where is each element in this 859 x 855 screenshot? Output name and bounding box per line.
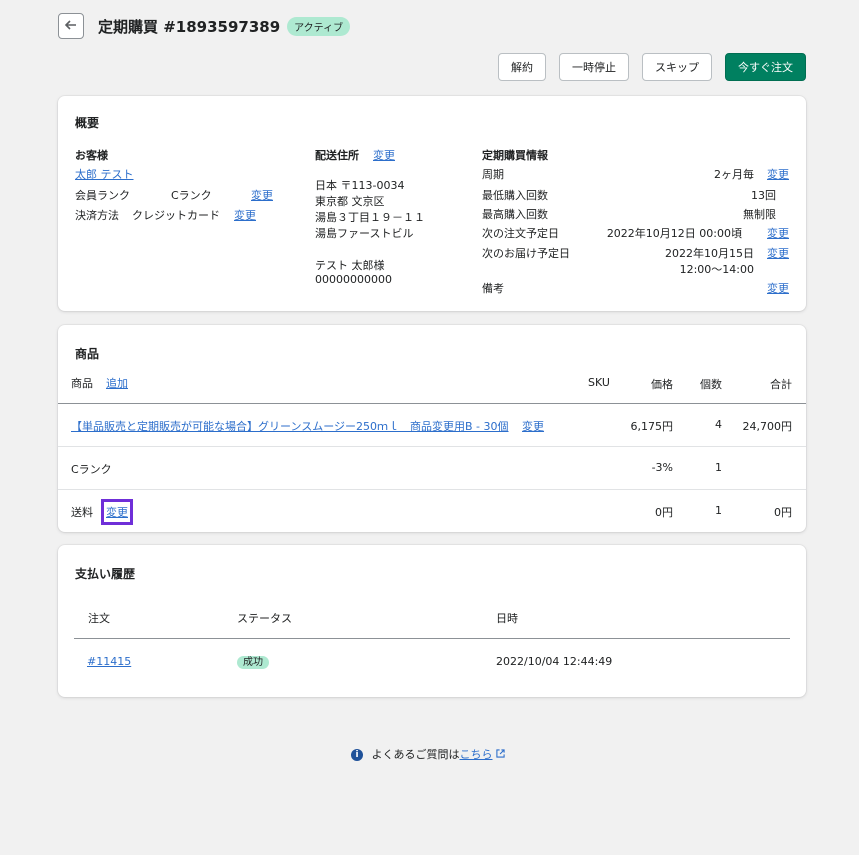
row-divider bbox=[58, 489, 806, 490]
payment-value: クレジットカード bbox=[132, 209, 220, 222]
col-date: 日時 bbox=[496, 612, 518, 625]
overview-card: 概要 お客様 太郎 テスト 会員ランク Cランク 変更 決済方法 クレジットカー… bbox=[58, 96, 806, 311]
recipient-name: テスト 太郎様 bbox=[315, 259, 385, 272]
next-delivery-label: 次のお届け予定日 bbox=[482, 247, 570, 260]
page-title: 定期購買 #1893597389 bbox=[98, 17, 281, 36]
order-now-button[interactable]: 今すぐ注文 bbox=[725, 53, 806, 81]
help-link[interactable]: こちら bbox=[460, 748, 493, 761]
products-card: 商品 商品 追加 SKU 価格 個数 合計 【単品販売と定期販売が可能な場合】グ… bbox=[58, 325, 806, 532]
product-qty: 4 bbox=[715, 418, 722, 431]
subscription-heading: 定期購買情報 bbox=[482, 149, 548, 162]
product-name-link[interactable]: 【単品販売と定期販売が可能な場合】グリーンスムージー250ｍｌ 商品変更用B -… bbox=[71, 420, 509, 433]
recipient-phone: 00000000000 bbox=[315, 273, 392, 286]
rank-discount-qty: 1 bbox=[715, 461, 722, 474]
pause-button[interactable]: 一時停止 bbox=[559, 53, 629, 81]
shipping-fee-qty: 1 bbox=[715, 504, 722, 517]
cycle-change-link[interactable]: 変更 bbox=[767, 166, 789, 182]
col-total: 合計 bbox=[770, 378, 792, 391]
next-delivery-change-link[interactable]: 変更 bbox=[767, 245, 789, 261]
order-link[interactable]: #11415 bbox=[87, 655, 131, 668]
rank-change-link[interactable]: 変更 bbox=[251, 187, 273, 203]
rank-discount-name: Cランク bbox=[71, 463, 112, 476]
min-purchase-label: 最低購入回数 bbox=[482, 189, 548, 202]
max-purchase-value: 無制限 bbox=[743, 208, 776, 221]
table-row: 【単品販売と定期販売が可能な場合】グリーンスムージー250ｍｌ 商品変更用B -… bbox=[71, 418, 544, 434]
col-product: 商品 bbox=[71, 377, 93, 390]
products-title: 商品 bbox=[75, 347, 100, 361]
cancel-subscription-button[interactable]: 解約 bbox=[498, 53, 546, 81]
page-header: 定期購買 #1893597389 アクティブ bbox=[58, 12, 351, 40]
payment-change-link[interactable]: 変更 bbox=[234, 207, 256, 223]
shipping-fee-change-link[interactable]: 変更 bbox=[101, 499, 133, 525]
arrow-left-icon bbox=[64, 18, 78, 35]
col-qty: 個数 bbox=[700, 378, 722, 391]
cycle-value: 2ヶ月毎 bbox=[714, 168, 754, 181]
back-button[interactable] bbox=[58, 13, 84, 39]
rank-label: 会員ランク bbox=[75, 189, 130, 202]
header-divider bbox=[58, 403, 806, 404]
info-icon: i bbox=[351, 749, 363, 761]
next-order-label: 次の注文予定日 bbox=[482, 227, 559, 240]
rank-value: Cランク bbox=[171, 189, 212, 202]
shipping-fee-total: 0円 bbox=[774, 506, 792, 519]
shipping-heading: 配送住所 bbox=[315, 149, 359, 162]
payment-date: 2022/10/04 12:44:49 bbox=[496, 655, 613, 668]
product-price: 6,175円 bbox=[630, 420, 674, 433]
next-delivery-date: 2022年10月15日 bbox=[665, 247, 754, 260]
next-order-value: 2022年10月12日 00:00頃 bbox=[606, 227, 742, 240]
skip-button[interactable]: スキップ bbox=[642, 53, 712, 81]
shipping-fee-price: 0円 bbox=[655, 506, 673, 519]
header-divider bbox=[74, 638, 790, 639]
note-label: 備考 bbox=[482, 282, 504, 295]
status-badge: アクティブ bbox=[287, 16, 351, 36]
status-badge: 成功 bbox=[237, 656, 269, 669]
row-divider bbox=[58, 446, 806, 447]
col-sku: SKU bbox=[588, 376, 610, 389]
shipping-change-link[interactable]: 変更 bbox=[373, 147, 395, 163]
action-bar: 解約 一時停止 スキップ 今すぐ注文 bbox=[498, 53, 806, 81]
min-purchase-value: 13回 bbox=[751, 189, 776, 202]
payment-status-badge: 成功 bbox=[237, 653, 269, 669]
customer-heading: お客様 bbox=[75, 149, 108, 162]
help-footer: i よくあるご質問はこちら bbox=[351, 746, 505, 762]
payment-history-card: 支払い履歴 注文 ステータス 日時 #11415 成功 2022/10/04 1… bbox=[58, 545, 806, 697]
next-delivery-time: 12:00〜14:00 bbox=[679, 263, 754, 276]
external-link-icon bbox=[496, 748, 505, 761]
address-line: 日本 〒113-0034 bbox=[315, 179, 405, 192]
payment-label: 決済方法 bbox=[75, 209, 119, 222]
customer-name-link[interactable]: 太郎 テスト bbox=[75, 166, 134, 182]
help-text: よくあるご質問は bbox=[371, 748, 460, 761]
add-product-link[interactable]: 追加 bbox=[106, 375, 128, 391]
next-order-change-link[interactable]: 変更 bbox=[767, 225, 789, 241]
payment-history-title: 支払い履歴 bbox=[75, 567, 136, 581]
product-total: 24,700円 bbox=[742, 420, 793, 433]
max-purchase-label: 最高購入回数 bbox=[482, 208, 548, 221]
overview-title: 概要 bbox=[75, 116, 100, 130]
col-status: ステータス bbox=[237, 612, 292, 625]
cycle-label: 周期 bbox=[482, 168, 504, 181]
address-line: 湯島３丁目１９－１１ bbox=[315, 211, 425, 224]
rank-discount-price: -3% bbox=[651, 461, 673, 474]
col-price: 価格 bbox=[651, 378, 673, 391]
note-change-link[interactable]: 変更 bbox=[767, 280, 789, 296]
shipping-fee-name: 送料 bbox=[71, 506, 93, 519]
address-line: 東京都 文京区 bbox=[315, 195, 385, 208]
product-change-link[interactable]: 変更 bbox=[522, 420, 544, 433]
col-order: 注文 bbox=[88, 612, 110, 625]
address-line: 湯島ファーストビル bbox=[315, 227, 414, 240]
